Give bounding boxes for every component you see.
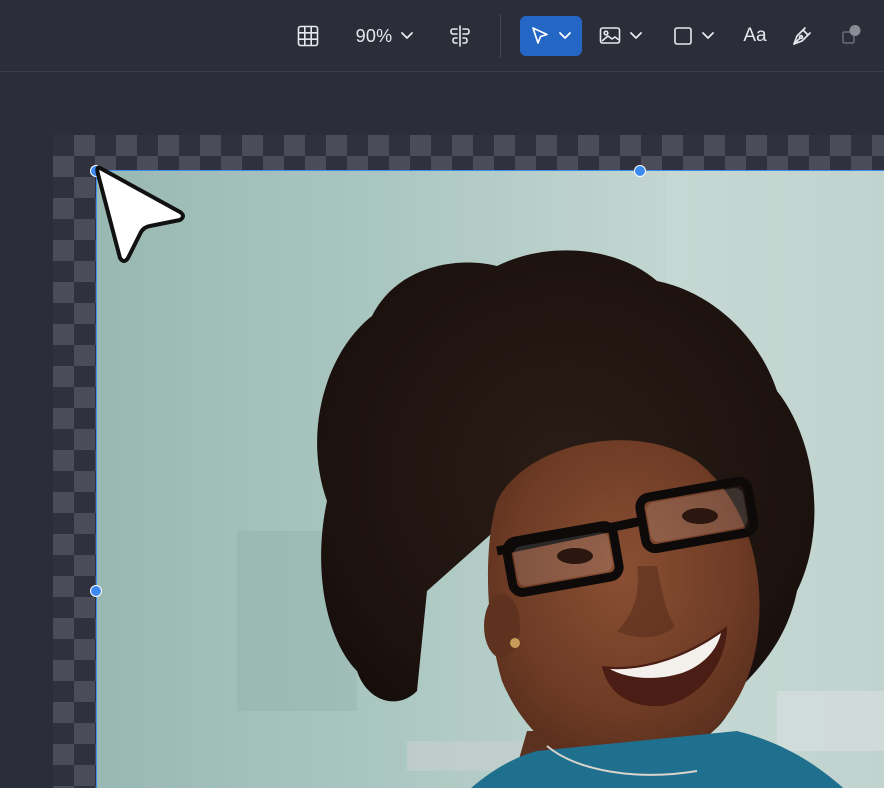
image-tool-button[interactable] bbox=[596, 16, 646, 56]
zoom-level: 90% bbox=[355, 25, 393, 46]
chevron-down-icon bbox=[400, 31, 414, 41]
resize-handle-middle-left[interactable] bbox=[90, 585, 102, 597]
resize-handle-top-center[interactable] bbox=[634, 165, 646, 177]
image-icon bbox=[599, 26, 621, 46]
chevron-down-icon bbox=[701, 31, 715, 41]
grid-icon bbox=[297, 25, 319, 47]
square-icon bbox=[673, 26, 693, 46]
text-tool-button[interactable]: Aa bbox=[738, 16, 772, 56]
align-center-icon bbox=[448, 24, 472, 48]
fill-color-button[interactable] bbox=[836, 16, 866, 56]
shape-tool-button[interactable] bbox=[670, 16, 718, 56]
zoom-dropdown[interactable]: 90% bbox=[350, 16, 420, 56]
grid-toggle-button[interactable] bbox=[290, 16, 326, 56]
editor-app: 90% Aa bbox=[0, 0, 884, 788]
fill-color-icon bbox=[839, 24, 863, 48]
pointer-arrow-icon bbox=[530, 26, 550, 46]
chevron-down-icon bbox=[629, 31, 643, 41]
portrait-photo bbox=[97, 171, 884, 788]
top-toolbar: 90% Aa bbox=[0, 0, 884, 72]
text-tool-label: Aa bbox=[743, 25, 767, 46]
pen-nib-icon bbox=[791, 25, 813, 47]
pen-tool-button[interactable] bbox=[786, 16, 818, 56]
selected-image-layer[interactable] bbox=[96, 170, 884, 788]
align-button[interactable] bbox=[442, 16, 478, 56]
toolbar-divider bbox=[500, 14, 501, 58]
resize-handle-top-left[interactable] bbox=[90, 165, 102, 177]
select-tool-button[interactable] bbox=[520, 16, 582, 56]
chevron-down-icon bbox=[558, 31, 572, 41]
